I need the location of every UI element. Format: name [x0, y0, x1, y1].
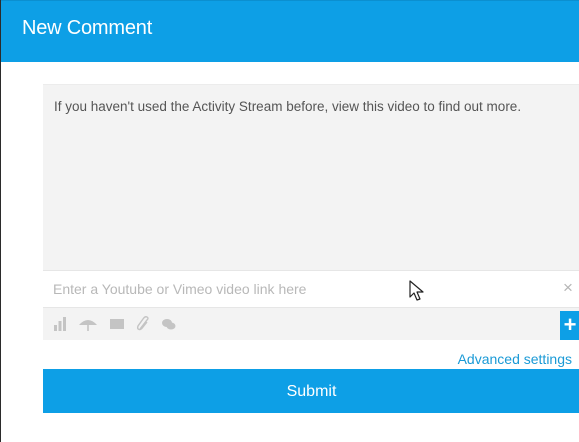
- dialog-header: New Comment: [1, 0, 579, 62]
- video-link-input[interactable]: [53, 279, 493, 299]
- clear-icon[interactable]: ×: [561, 278, 575, 298]
- link-icon[interactable]: [134, 316, 152, 332]
- composer-toolbar: [43, 309, 579, 340]
- image-icon[interactable]: [107, 316, 127, 332]
- bar-chart-icon[interactable]: [51, 316, 69, 332]
- chat-icon[interactable]: [159, 316, 179, 332]
- submit-button[interactable]: Submit: [43, 369, 579, 413]
- add-button[interactable]: +: [560, 311, 579, 340]
- umbrella-icon[interactable]: [77, 316, 99, 332]
- new-comment-dialog: New Comment If you haven't used the Acti…: [0, 0, 579, 442]
- dialog-title: New Comment: [22, 17, 153, 39]
- comment-text[interactable]: If you haven't used the Activity Stream …: [54, 97, 564, 117]
- advanced-settings-link[interactable]: Advanced settings: [458, 351, 572, 367]
- video-link-row: ×: [43, 270, 579, 308]
